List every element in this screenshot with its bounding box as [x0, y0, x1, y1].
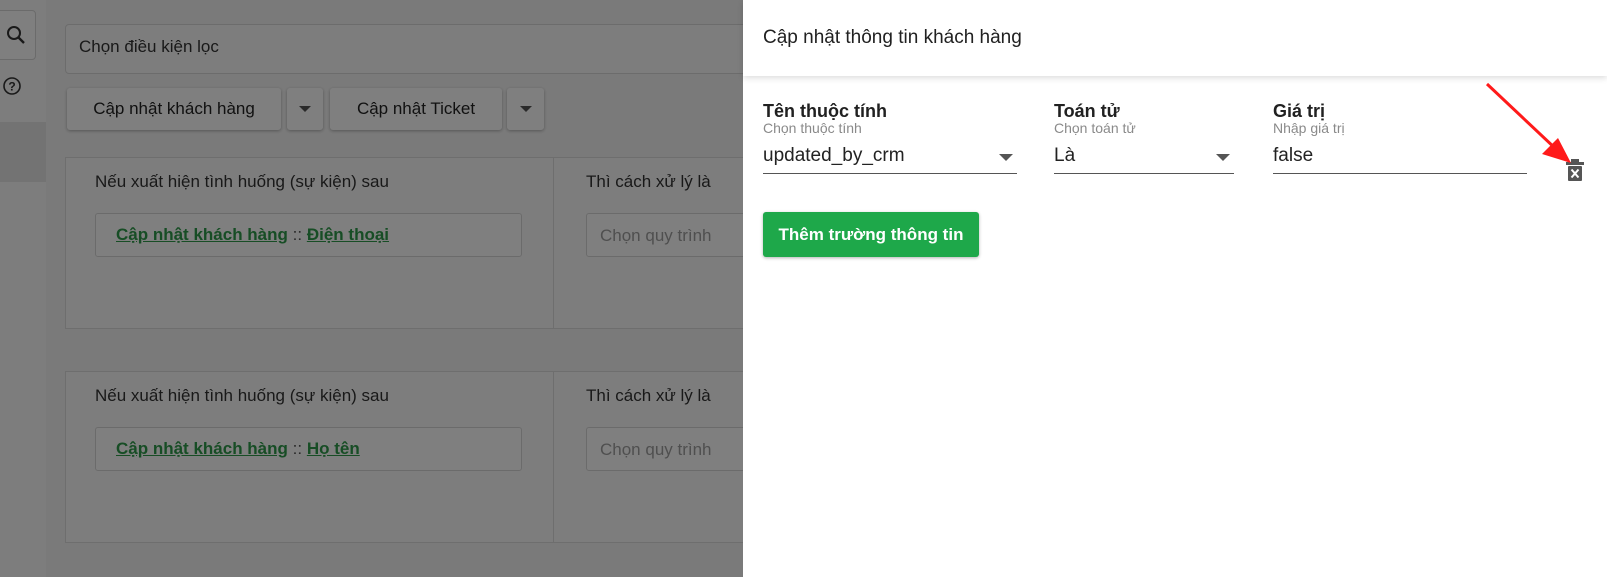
drawer-header: Cập nhật thông tin khách hàng: [743, 0, 1607, 76]
attribute-label: Tên thuộc tính: [763, 101, 887, 121]
chevron-down-icon: [999, 154, 1013, 161]
update-customer-drawer: Cập nhật thông tin khách hàng Tên thuộc …: [743, 0, 1607, 577]
value-input[interactable]: false: [1273, 142, 1527, 174]
add-field-button[interactable]: Thêm trường thông tin: [763, 212, 979, 257]
value-hint: Nhập giá trị: [1273, 120, 1345, 136]
attribute-value: updated_by_crm: [763, 145, 905, 166]
drawer-title: Cập nhật thông tin khách hàng: [763, 27, 1022, 48]
value-label: Giá trị: [1273, 101, 1326, 121]
attribute-select[interactable]: updated_by_crm: [763, 142, 1017, 174]
operator-field: Toán tử Chọn toán tử Là: [1054, 100, 1234, 174]
value-text: false: [1273, 145, 1314, 166]
attribute-hint: Chọn thuộc tính: [763, 120, 862, 136]
value-field: Giá trị Nhập giá trị false: [1273, 100, 1527, 174]
delete-icon: [1566, 159, 1584, 181]
attribute-field: Tên thuộc tính Chọn thuộc tính updated_b…: [763, 100, 1017, 174]
operator-value: Là: [1054, 145, 1076, 166]
operator-select[interactable]: Là: [1054, 142, 1234, 174]
operator-hint: Chọn toán tử: [1054, 120, 1136, 136]
chevron-down-icon: [1216, 154, 1230, 161]
delete-condition-button[interactable]: [1565, 158, 1585, 182]
operator-label: Toán tử: [1054, 101, 1120, 121]
